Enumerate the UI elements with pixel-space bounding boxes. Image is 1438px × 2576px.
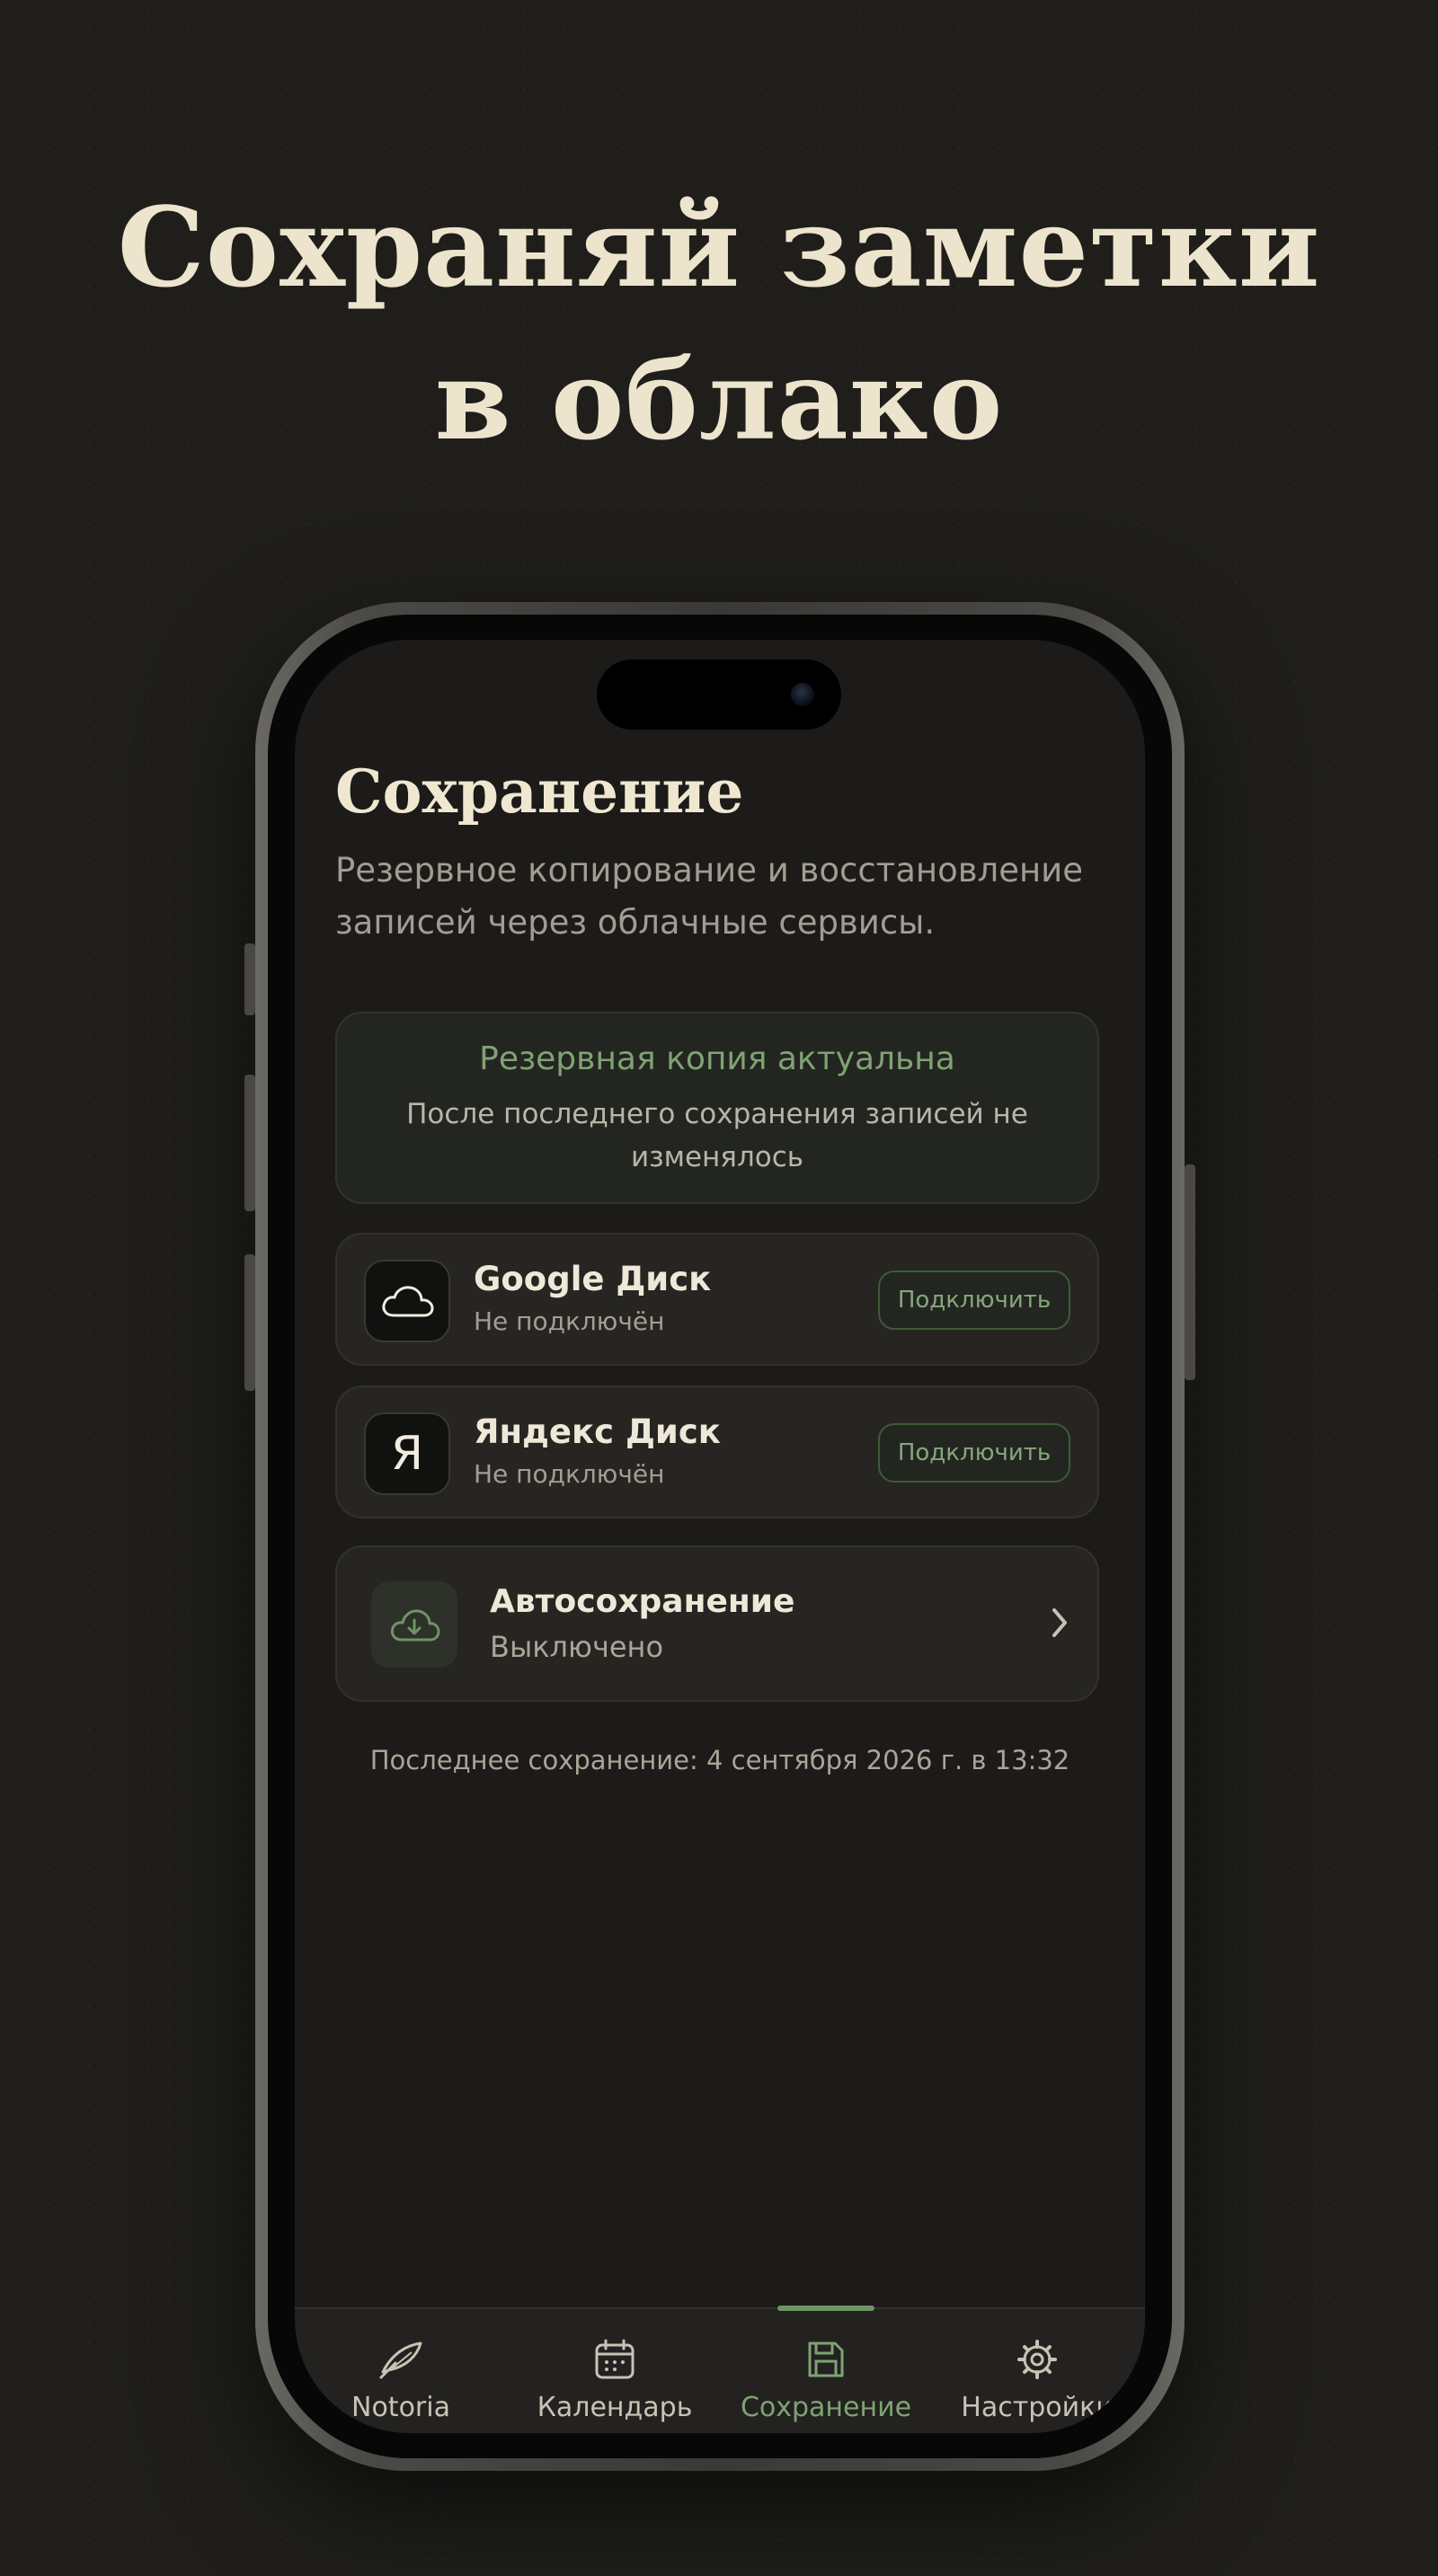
- tab-bar: Notoria Календарь Сохранение Настройки: [295, 2306, 1145, 2433]
- save-icon: [727, 2336, 925, 2383]
- backup-status-card: Резервная копия актуальна После последне…: [335, 1012, 1099, 1204]
- connect-google-drive-button[interactable]: Подключить: [878, 1270, 1070, 1330]
- phone-volume-up-button: [244, 1075, 255, 1211]
- tab-label: Сохранение: [740, 2392, 912, 2423]
- phone-power-button: [1185, 1164, 1195, 1380]
- last-save-text: Последнее сохранение: 4 сентября 2026 г.…: [369, 1745, 1070, 1775]
- connect-yandex-disk-button[interactable]: Подключить: [878, 1423, 1070, 1483]
- service-name: Google Диск: [474, 1260, 712, 1298]
- tab-label: Notoria: [351, 2392, 450, 2423]
- cloud-icon: [364, 1260, 450, 1342]
- page-subtitle: Резервное копирование и восстановление з…: [335, 851, 1083, 942]
- cloud-download-icon: [371, 1581, 457, 1668]
- front-camera: [791, 683, 814, 706]
- quill-icon: [302, 2336, 500, 2383]
- yandex-logo-letter: Я: [390, 1427, 424, 1481]
- backup-status-title: Резервная копия актуальна: [479, 1040, 955, 1077]
- backup-status-text: После последнего сохранения записей не и…: [406, 1098, 1028, 1173]
- tab-settings[interactable]: Настройки: [938, 2309, 1136, 2433]
- yandex-logo-icon: Я: [364, 1412, 450, 1495]
- service-name: Яндекс Диск: [474, 1412, 721, 1451]
- service-yandex-disk: Я Яндекс Диск Не подключён Подключить: [335, 1385, 1099, 1518]
- autosave-title: Автосохранение: [490, 1583, 795, 1620]
- autosave-status: Выключено: [490, 1630, 664, 1664]
- autosave-row[interactable]: Автосохранение Выключено: [335, 1545, 1099, 1702]
- promo-headline-line2: в облако: [434, 335, 1004, 465]
- service-status: Не подключён: [474, 1306, 665, 1336]
- service-google-drive: Google Диск Не подключён Подключить: [335, 1233, 1099, 1366]
- tab-notoria[interactable]: Notoria: [302, 2309, 500, 2433]
- phone-volume-down-button: [244, 1254, 255, 1391]
- tab-label: Календарь: [537, 2392, 693, 2423]
- calendar-icon: [516, 2336, 714, 2383]
- tab-calendar[interactable]: Календарь: [516, 2309, 714, 2433]
- gear-icon: [938, 2336, 1136, 2383]
- chevron-right-icon: [1049, 1605, 1070, 1644]
- page-title: Сохранение: [335, 757, 744, 827]
- tab-label: Настройки: [961, 2392, 1114, 2423]
- tab-save[interactable]: Сохранение: [727, 2309, 925, 2433]
- promo-headline-line1: Сохраняй заметки: [117, 182, 1321, 312]
- promo-headline: Сохраняй заметки в облако: [0, 171, 1438, 476]
- phone-screen: Сохранение Резервное копирование и восст…: [295, 640, 1145, 2433]
- phone-action-button: [244, 943, 255, 1015]
- service-status: Не подключён: [474, 1459, 665, 1489]
- dynamic-island: [597, 659, 841, 730]
